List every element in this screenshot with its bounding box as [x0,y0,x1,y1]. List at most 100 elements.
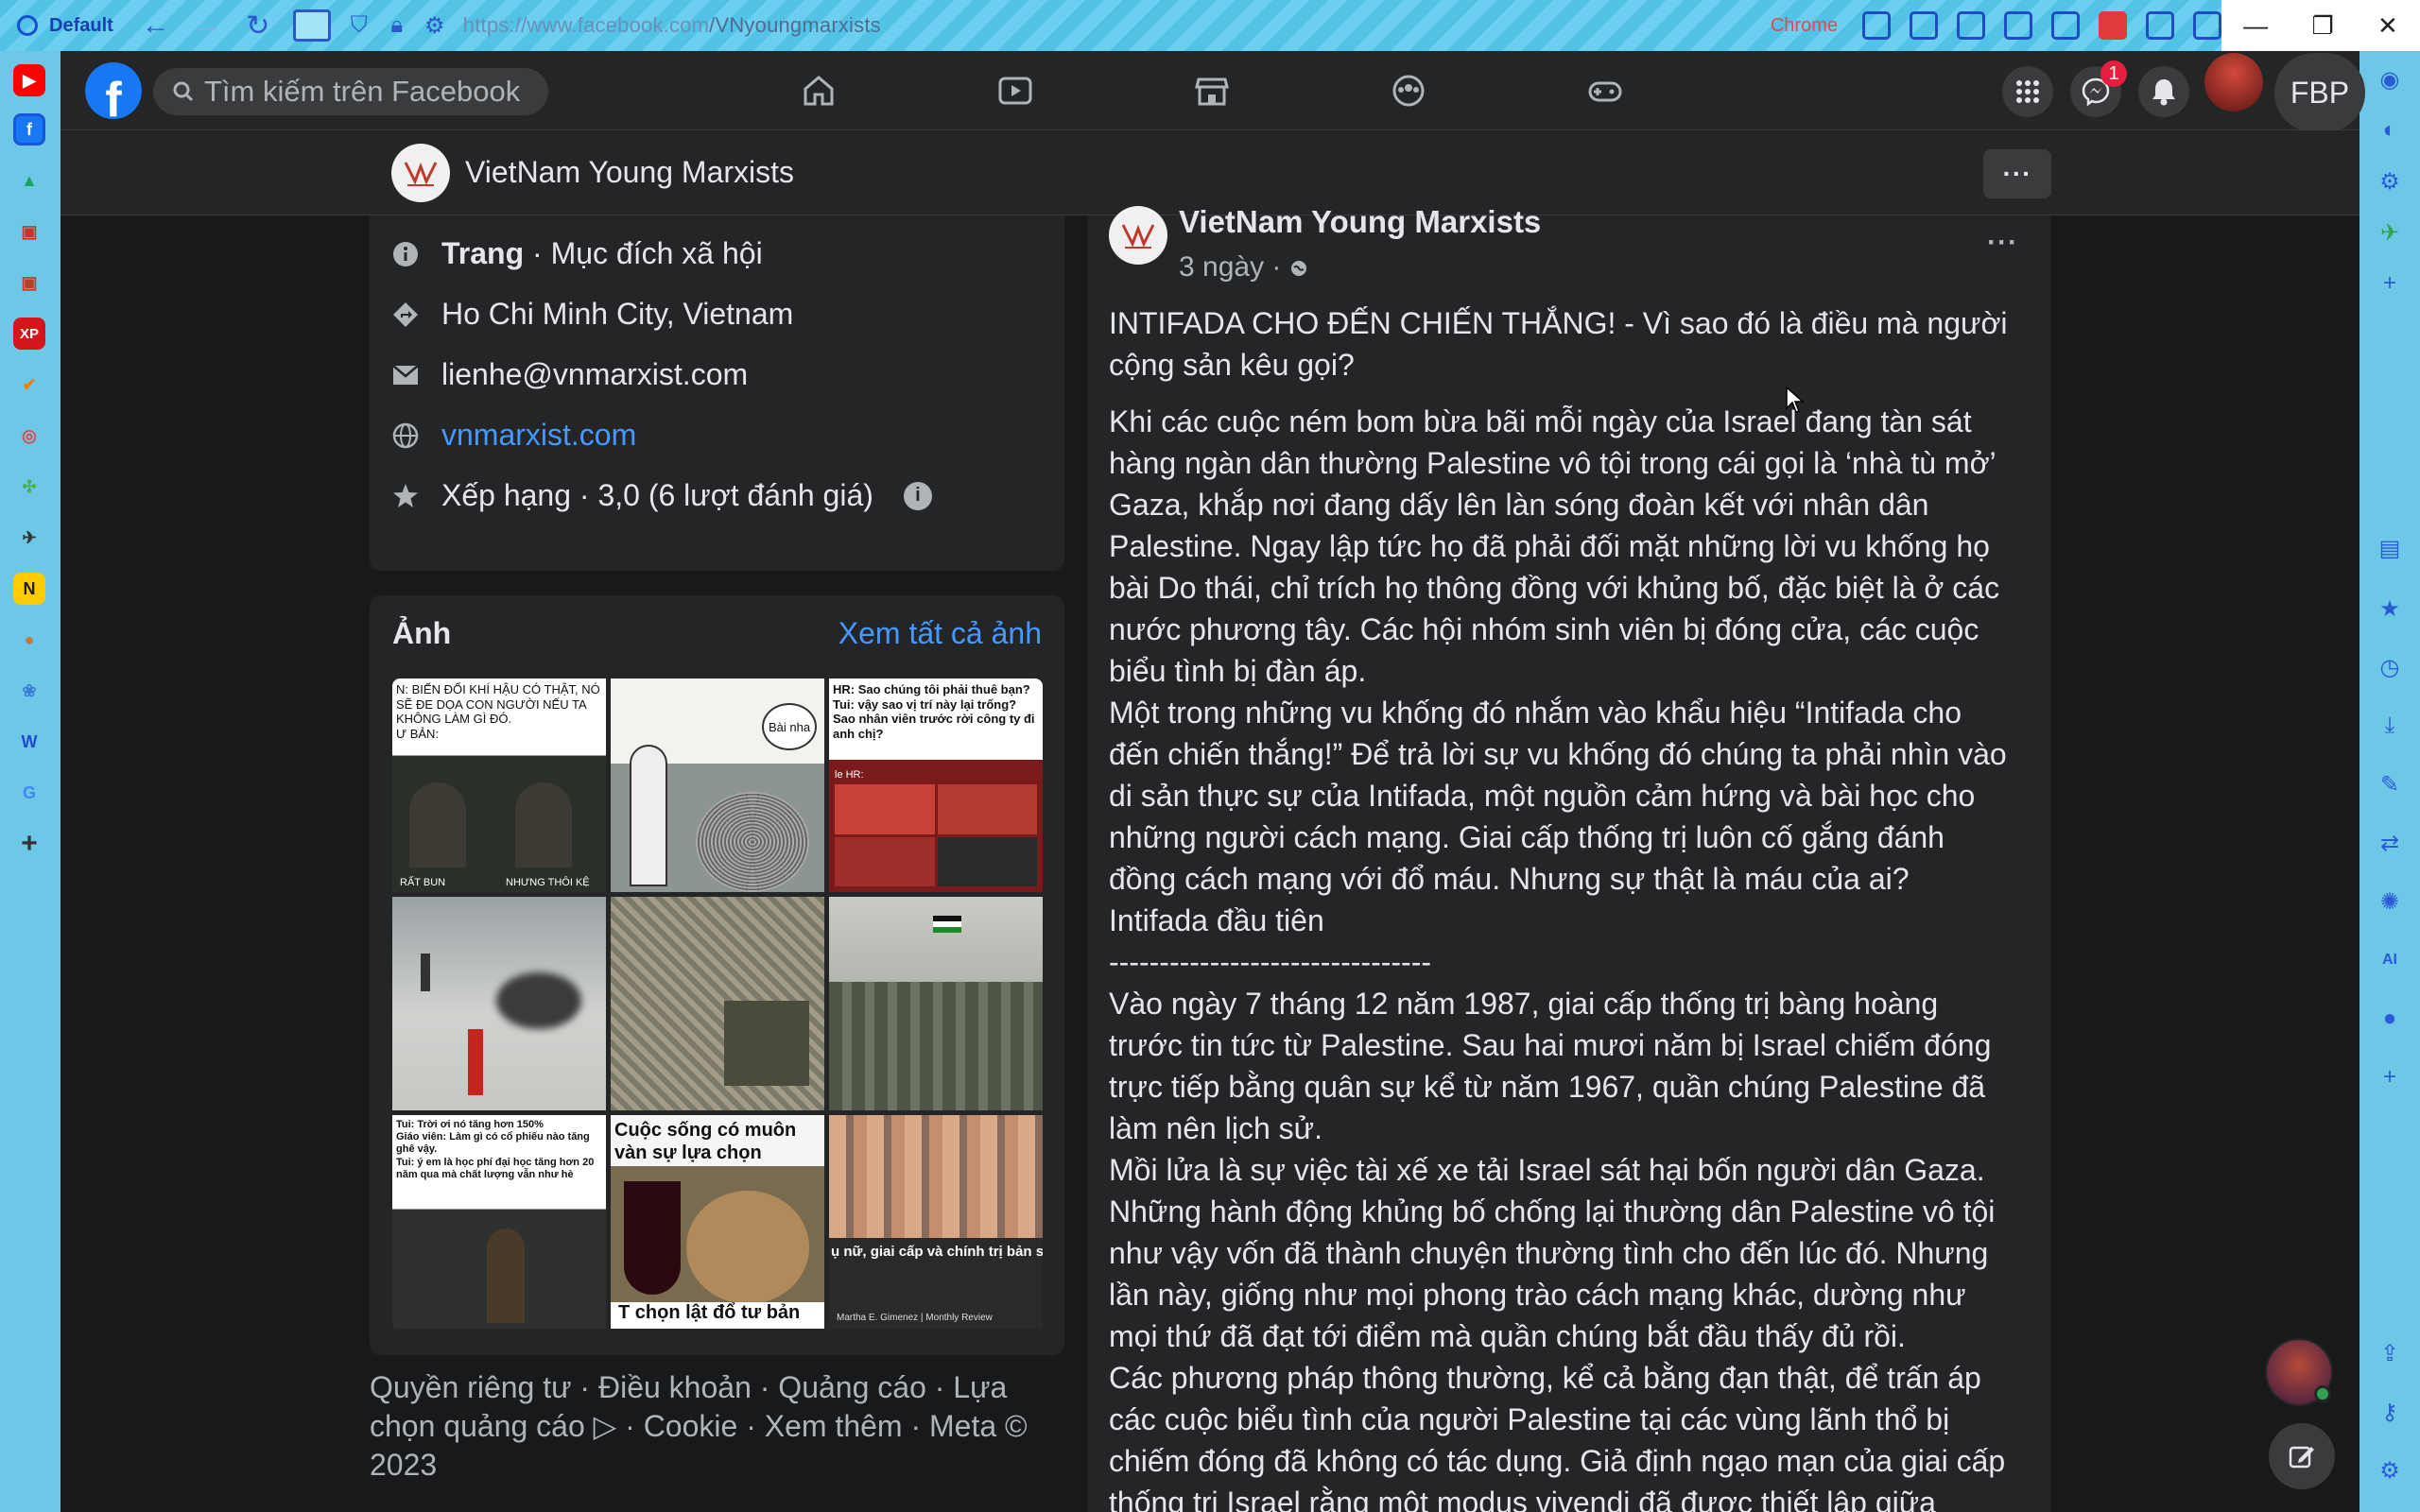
more-options-button[interactable]: ··· [1983,149,2051,198]
chatgpt-icon[interactable]: ✺ [2375,886,2405,917]
post-title: INTIFADA CHO ĐẾN CHIẾN THẮNG! - Vì sao đ… [1109,306,2008,382]
post-timestamp[interactable]: 3 ngày · [1179,251,1308,284]
reload-button[interactable]: ↻ [233,0,284,51]
post-author-avatar[interactable] [1109,206,1167,265]
lock-icon[interactable]: 🔒︎ [378,0,416,51]
see-all-photos-link[interactable]: Xem tất cả ảnh [838,616,1042,651]
ai-icon[interactable]: AI [2375,945,2405,975]
post-author-name[interactable]: VietNam Young Marxists [1179,204,1541,240]
notifications-button[interactable] [2138,66,2189,117]
share-icon[interactable] [1862,11,1891,40]
sidebar-settings-icon[interactable]: ⚙ [2375,1455,2405,1486]
photo-caption: ụ nữ, giai cấp và chính trị bản s [831,1244,1043,1260]
xp-icon[interactable]: XP [13,318,45,350]
photo-subcaption: le HR: [835,769,864,781]
add-panel-icon[interactable]: + [13,828,45,860]
drive-icon[interactable]: ▲ [13,164,45,197]
cookie-icon[interactable]: ● [13,624,45,656]
home-icon[interactable] [800,72,838,110]
photo-thumbnail[interactable]: Cuộc sống có muôn vàn sự lựa chọn T chọn… [611,1115,824,1329]
address-bar[interactable]: https://www.facebook.com/VNyoungmarxists [463,13,881,38]
page-logo[interactable] [391,144,450,202]
briefcase-icon[interactable]: ▤ [2375,533,2405,563]
photo-thumbnail[interactable] [611,897,824,1110]
share-side-icon[interactable]: ⇪ [2375,1338,2405,1368]
photo-thumbnail[interactable]: Tui: Trời ơi nó tăng hơn 150% Giáo viên:… [392,1115,606,1329]
assistant-icon[interactable]: ◉ [2375,64,2405,94]
facebook-tab-icon[interactable]: f [13,113,45,146]
chrome-label: Chrome [1770,14,1838,36]
minimize-icon[interactable]: — [2243,11,2268,41]
photo-thumbnail[interactable]: HR: Sao chúng tôi phải thuê bạn? Tui: vậ… [829,679,1043,892]
marketplace-icon[interactable] [1193,72,1231,110]
drop-icon[interactable]: ● [2375,1004,2405,1034]
download-icon[interactable] [1957,11,1985,40]
profile-button[interactable]: Default [0,0,130,51]
post-body: INTIFADA CHO ĐẾN CHIẾN THẮNG! - Vì sao đ… [1109,302,2016,1512]
rating-info-icon[interactable]: i [903,481,932,510]
photo-thumbnail[interactable]: ụ nữ, giai cấp và chính trị bản s Martha… [829,1115,1043,1329]
profile-switch-button[interactable]: FBP [2274,53,2365,132]
photo-thumbnail[interactable] [829,897,1043,1110]
facebook-logo-icon[interactable]: f [85,62,142,119]
translate-icon[interactable] [1910,11,1938,40]
photo-caption: Tui: Trời ơi nó tăng hơn 150% Giáo viên:… [396,1119,595,1180]
youtube-icon[interactable]: ▶ [13,64,45,96]
email-text[interactable]: lienhe@vnmarxist.com [441,357,748,392]
photo-thumbnail[interactable] [392,897,606,1110]
extension-red-icon[interactable] [2099,11,2127,40]
photo-thumbnail[interactable]: Bài nha [611,679,824,892]
search-box[interactable] [153,68,548,115]
add-side-icon[interactable]: + [2375,1062,2405,1092]
bookmark-folder-icon[interactable]: ▣ [13,266,45,299]
page-title[interactable]: VietNam Young Marxists [465,155,794,190]
notion-icon[interactable]: N [13,573,45,605]
search-input[interactable] [204,75,544,109]
plane-icon[interactable]: ✈ [2375,217,2405,248]
bird-icon[interactable]: ✈ [13,522,45,554]
messenger-button[interactable]: 1 [2070,60,2127,117]
pinwheel-icon[interactable]: ✣ [13,471,45,503]
close-icon[interactable]: ✕ [2377,11,2398,41]
favorites-star-icon[interactable]: ★ [2375,593,2405,624]
site-settings-icon[interactable]: ⚙ [416,0,454,51]
puzzle-icon[interactable] [2146,11,2174,40]
extension-icon[interactable] [2051,11,2080,40]
groups-icon[interactable] [1390,72,1427,110]
photo-thumbnail[interactable]: N: BIẾN ĐỔI KHÍ HẬU CÓ THẬT, NÓ SẼ ĐE DỌ… [392,679,606,892]
key-icon[interactable]: ⚷ [2375,1397,2405,1427]
restore-icon[interactable]: ❐ [2311,11,2333,41]
back-button[interactable]: ← [130,0,182,51]
new-message-button[interactable] [2269,1423,2335,1489]
add-icon[interactable]: + [2375,268,2405,299]
footer-links[interactable]: Quyền riêng tư · Điều khoản · Quảng cáo … [370,1368,1064,1485]
sidebar-toggle-icon[interactable] [292,9,331,42]
contact-chat-avatar[interactable] [2265,1338,2333,1406]
red-circle-icon[interactable]: ◎ [13,420,45,452]
menu-grid-button[interactable] [2002,66,2053,117]
photo-caption: N: BIẾN ĐỔI KHÍ HẬU CÓ THẬT, NÓ SẼ ĐE DỌ… [396,682,600,741]
google-icon[interactable]: G [13,777,45,809]
menu-icon[interactable] [2193,11,2221,40]
settings-gear-icon[interactable]: ⚙ [2375,166,2405,197]
bookmark-folder-icon[interactable]: ▣ [13,215,45,248]
photo-subcaption: RẤT BUN [400,877,446,888]
shield-icon[interactable]: ⛉ [340,0,378,51]
facebook-top-nav: f 1 FBP [60,51,2365,132]
website-link[interactable]: vnmarxist.com [441,418,636,453]
gaming-icon[interactable] [1586,72,1624,110]
forward-button[interactable]: → [182,0,233,51]
orange-app-icon[interactable]: ✔ [13,369,45,401]
pen-icon[interactable]: ✎ [2375,769,2405,799]
vpn-icon[interactable]: ◐ [2375,115,2405,146]
downloads-icon[interactable]: ⤓ [2375,711,2405,741]
translate-side-icon[interactable]: ⇄ [2375,828,2405,858]
photos-card: Ảnh Xem tất cả ảnh N: BIẾN ĐỔI KHÍ HẬU C… [370,595,1064,1355]
video-icon[interactable] [996,72,1034,110]
wordpress-icon[interactable]: W [13,726,45,758]
bookmark-star-icon[interactable] [2004,11,2032,40]
post-options-button[interactable]: ··· [1987,227,2018,259]
history-clock-icon[interactable]: ◷ [2375,652,2405,682]
gear-flower-icon[interactable]: ❀ [13,675,45,707]
avatar[interactable] [2204,53,2263,112]
